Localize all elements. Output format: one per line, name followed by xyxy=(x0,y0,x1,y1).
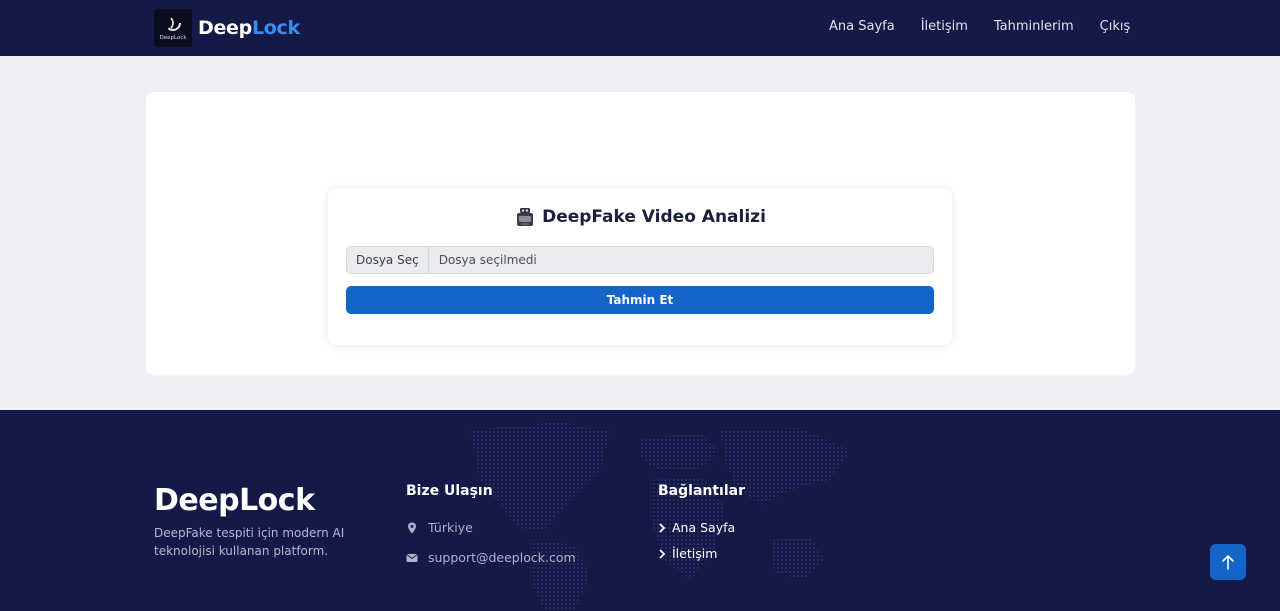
footer-description: DeepFake tespiti için modern AI teknoloj… xyxy=(154,526,345,558)
nav-link-home[interactable]: Ana Sayfa xyxy=(829,19,895,34)
navbar: DeepLock DeepLock Ana Sayfa İletişim Tah… xyxy=(0,0,1280,56)
chevron-right-icon xyxy=(659,548,666,559)
main-card: DeepFake Video Analizi Dosya Seç Dosya s… xyxy=(146,92,1135,375)
envelope-icon xyxy=(406,553,418,562)
contact-location: Türkiye xyxy=(406,520,473,535)
brand-name-part2: Lock xyxy=(251,17,300,39)
map-marker-icon xyxy=(408,522,416,533)
form-title-text: DeepFake Video Analizi xyxy=(542,207,766,227)
form-title: DeepFake Video Analizi xyxy=(328,206,952,228)
footer-link-home[interactable]: Ana Sayfa xyxy=(658,520,735,535)
contact-email: support@deeplock.com xyxy=(406,550,576,565)
contact-email-text: support@deeplock.com xyxy=(428,550,576,565)
footer: DeepLock DeepFake tespiti için modern AI… xyxy=(0,410,1280,611)
footer-brand: DeepLock xyxy=(154,483,315,518)
chevron-right-icon xyxy=(659,522,666,533)
scroll-to-top-button[interactable] xyxy=(1210,544,1246,580)
logo-text: DeepLock xyxy=(159,35,187,41)
footer-link-contact[interactable]: İletişim xyxy=(658,546,717,561)
contact-location-text: Türkiye xyxy=(428,520,473,535)
brand-link[interactable]: DeepLock DeepLock xyxy=(154,9,300,47)
predict-button[interactable]: Tahmin Et xyxy=(346,286,934,314)
brand-name-part1: Deep xyxy=(198,17,252,39)
brand-logo: DeepLock xyxy=(154,9,192,47)
nav-links: Ana Sayfa İletişim Tahminlerim Çıkış xyxy=(829,19,1156,34)
file-status-text: Dosya seçilmedi xyxy=(438,253,537,267)
video-camera-icon xyxy=(517,208,534,226)
nav-link-predictions[interactable]: Tahminlerim xyxy=(994,19,1074,34)
arrow-up-icon xyxy=(1222,555,1234,570)
contact-title: Bize Ulaşın xyxy=(406,483,493,499)
footer-link-home-label: Ana Sayfa xyxy=(672,520,736,535)
analysis-form-card: DeepFake Video Analizi Dosya Seç Dosya s… xyxy=(328,188,952,345)
file-input[interactable]: Dosya Seç Dosya seçilmedi xyxy=(346,246,934,274)
nav-link-contact[interactable]: İletişim xyxy=(921,19,968,34)
footer-link-contact-label: İletişim xyxy=(672,546,718,561)
nav-link-logout[interactable]: Çıkış xyxy=(1100,19,1131,34)
file-choose-button[interactable]: Dosya Seç xyxy=(347,247,429,273)
brand-name: DeepLock xyxy=(198,17,300,39)
links-title: Bağlantılar xyxy=(658,483,745,499)
